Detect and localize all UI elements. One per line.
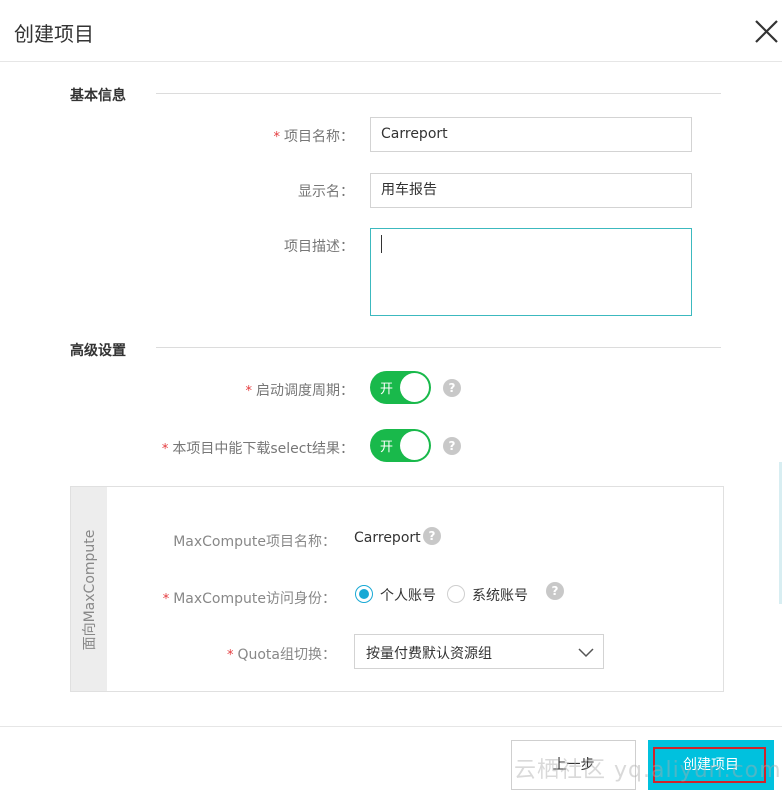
required-mark: * — [161, 442, 169, 457]
project-name-label: * 项目名称： — [274, 126, 355, 146]
quota-select[interactable]: 按量付费默认资源组 — [354, 634, 604, 669]
toggle-knob — [400, 373, 429, 402]
maxcompute-identity-label-text: MaxCompute访问身份： — [173, 591, 336, 607]
download-label: * 本项目中能下载select结果： — [162, 438, 354, 458]
description-label: 项目描述： — [284, 239, 354, 255]
schedule-label: * 启动调度周期： — [246, 380, 355, 400]
schedule-toggle[interactable]: 开 — [370, 371, 431, 404]
download-label-text: 本项目中能下载select结果： — [172, 441, 354, 457]
required-mark: * — [162, 592, 170, 607]
help-icon[interactable]: ? — [546, 582, 564, 600]
close-icon[interactable] — [748, 14, 782, 50]
display-name-input[interactable]: 用车报告 — [370, 173, 692, 208]
help-icon[interactable]: ? — [443, 379, 461, 397]
maxcompute-side-tab: 面向MaxCompute — [71, 487, 107, 691]
section-title-advanced: 高级设置 — [70, 343, 126, 359]
required-mark: * — [273, 130, 281, 145]
section-title-basic: 基本信息 — [70, 88, 126, 104]
required-mark: * — [226, 648, 234, 663]
close-button[interactable] — [748, 14, 782, 50]
chevron-down-icon — [578, 648, 594, 658]
previous-step-button[interactable]: 上一步 — [511, 740, 636, 790]
quota-select-value: 按量付费默认资源组 — [366, 646, 492, 662]
quota-label: * Quota组切换： — [227, 644, 336, 664]
toggle-on-text: 开 — [380, 382, 394, 397]
description-textarea[interactable] — [370, 228, 692, 316]
section-divider — [156, 347, 721, 348]
maxcompute-side-title: 面向MaxCompute — [82, 529, 98, 651]
dialog-title: 创建项目 — [14, 22, 94, 46]
help-icon[interactable]: ? — [443, 437, 461, 455]
toggle-knob — [400, 431, 429, 460]
display-name-label: 显示名： — [298, 184, 354, 200]
quota-label-text: Quota组切换： — [237, 647, 336, 663]
toggle-on-text: 开 — [380, 440, 394, 455]
maxcompute-name-value: Carreport — [354, 530, 421, 546]
help-icon[interactable]: ? — [423, 527, 441, 545]
radio-system-account-label[interactable]: 系统账号 — [472, 585, 528, 605]
footer-divider — [0, 726, 782, 727]
project-name-label-text: 项目名称： — [284, 129, 354, 145]
text-caret — [381, 235, 382, 253]
project-name-input[interactable]: Carreport — [370, 117, 692, 152]
radio-personal-account-label[interactable]: 个人账号 — [380, 585, 436, 605]
maxcompute-identity-label: * MaxCompute访问身份： — [163, 588, 336, 608]
section-divider — [156, 93, 721, 94]
create-project-button[interactable]: 创建项目 — [648, 740, 774, 790]
dialog-header: 创建项目 — [0, 0, 782, 62]
required-mark: * — [245, 384, 253, 399]
radio-personal-account[interactable] — [355, 585, 373, 603]
schedule-label-text: 启动调度周期： — [256, 383, 354, 399]
maxcompute-name-label: MaxCompute项目名称： — [173, 534, 336, 550]
download-toggle[interactable]: 开 — [370, 429, 431, 462]
radio-system-account[interactable] — [447, 585, 465, 603]
